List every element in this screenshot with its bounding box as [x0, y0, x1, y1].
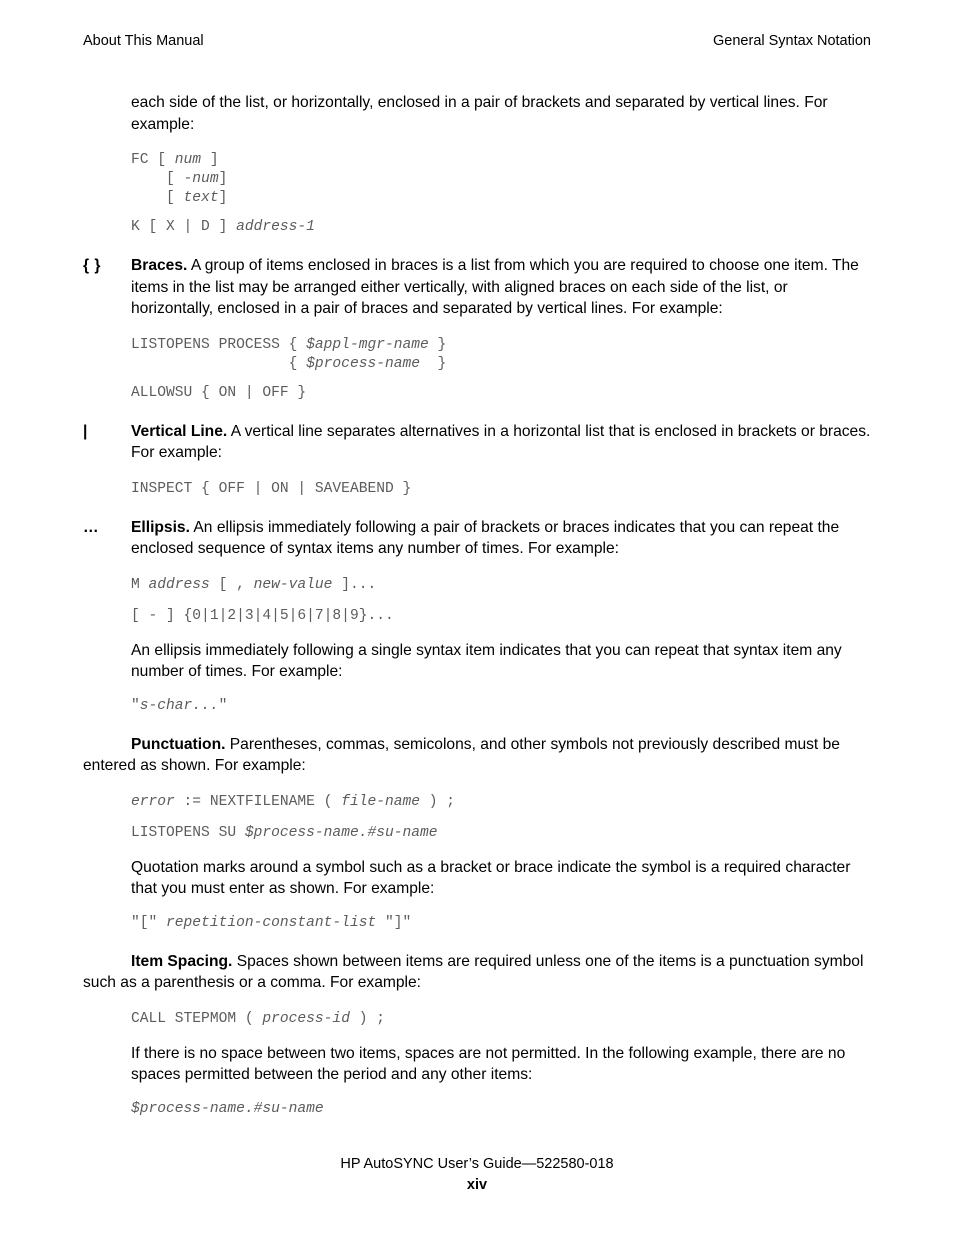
- footer-page-number: xiv: [466, 1177, 488, 1193]
- term-label: Braces.: [131, 257, 188, 274]
- code-variable: $appl-mgr-name: [306, 336, 429, 353]
- code-line: K [ X | D ]: [131, 219, 237, 235]
- code-line: "[": [131, 914, 167, 931]
- code-variable: process-id: [262, 1010, 350, 1027]
- code-line: }: [428, 336, 447, 353]
- code-line: [ ,: [209, 576, 254, 593]
- ellipsis-marker: …: [83, 518, 99, 536]
- term-vertical-line: | Vertical Line. A vertical line separat…: [83, 421, 871, 464]
- code-sample-inspect: INSPECT { OFF | ON | SAVEABEND }: [131, 480, 412, 497]
- code-line: LISTOPENS SU: [131, 824, 245, 841]
- term-text: A vertical line separates alternatives i…: [131, 422, 871, 462]
- ellipsis-paragraph-2: An ellipsis immediately following a sing…: [131, 641, 842, 681]
- code-sample-stepmom: CALL STEPMOM ( process-id ) ;: [131, 1010, 871, 1029]
- term-ellipsis: … Ellipsis. An ellipsis immediately foll…: [83, 517, 871, 560]
- code-sample-braces: LISTOPENS PROCESS { $appl-mgr-name } { $…: [131, 336, 871, 374]
- code-variable: new-value: [253, 576, 333, 593]
- braces-marker: { }: [83, 257, 101, 274]
- code-variable: $process-name.#su-name: [244, 824, 438, 841]
- code-sample-ellipsis-1: M address [ , new-value ]...: [131, 576, 871, 595]
- term-text: An ellipsis immediately following a pair…: [131, 518, 840, 558]
- term-label: Punctuation.: [131, 735, 226, 753]
- code-variable: $process-name: [306, 355, 421, 372]
- code-variable: address: [148, 576, 210, 593]
- code-line: ) ;: [420, 793, 456, 810]
- code-sample-brackets: FC [ num ] [ -num] [ text]: [131, 151, 871, 208]
- code-variable: address-1: [236, 219, 315, 235]
- term-text: A group of items enclosed in braces is a…: [131, 257, 859, 317]
- code-sample-schar: "s-char...": [131, 697, 871, 716]
- item-spacing-paragraph-2: If there is no space between two items, …: [131, 1044, 846, 1084]
- code-sample-brackets-2: K [ X | D ] address-1: [131, 218, 871, 237]
- running-head-left: About This Manual: [83, 33, 204, 49]
- code-line: ]: [201, 152, 219, 168]
- code-line: "]": [376, 914, 412, 931]
- code-variable: -num: [183, 171, 219, 187]
- running-head-right: General Syntax Notation: [713, 33, 871, 49]
- code-variable: error: [131, 793, 175, 810]
- punctuation-paragraph-2: Quotation marks around a symbol such as …: [131, 858, 851, 898]
- code-variable: s-char...: [139, 697, 219, 714]
- page-footer: HP AutoSYNC User’s Guide—522580-018 xiv: [0, 1155, 954, 1195]
- code-variable: $process-name.#su-name: [131, 1100, 324, 1117]
- code-variable: repetition-constant-list: [166, 914, 377, 931]
- code-line: ]: [218, 171, 228, 187]
- code-sample-repetition: "[" repetition-constant-list "]": [131, 914, 871, 933]
- code-variable: text: [183, 190, 219, 206]
- code-line: }: [420, 355, 447, 372]
- code-sample-nextfilename: error := NEXTFILENAME ( file-name ) ;: [131, 793, 871, 812]
- code-sample-listopens-su: LISTOPENS SU $process-name.#su-name: [131, 824, 871, 843]
- code-line: [: [131, 171, 184, 187]
- code-sample-ellipsis-2: [ - ] {0|1|2|3|4|5|6|7|8|9}...: [131, 607, 394, 624]
- footer-doc-line: HP AutoSYNC User’s Guide—522580-018: [340, 1156, 614, 1172]
- term-braces: { } Braces. A group of items enclosed in…: [83, 255, 871, 320]
- code-line: [: [131, 190, 184, 206]
- code-line: FC [: [131, 152, 175, 168]
- code-line: {: [131, 355, 307, 372]
- code-variable: num: [174, 152, 202, 168]
- code-line: LISTOPENS PROCESS {: [131, 336, 307, 353]
- term-label: Ellipsis.: [131, 518, 190, 536]
- code-line: := NEXTFILENAME (: [174, 793, 342, 810]
- code-variable: file-name: [341, 793, 421, 810]
- vertical-line-marker: |: [83, 422, 88, 440]
- code-line: M: [131, 576, 149, 593]
- term-punctuation: Punctuation. Parentheses, commas, semico…: [83, 734, 871, 777]
- code-sample-process-name: $process-name.#su-name: [131, 1100, 871, 1119]
- document-page: About This Manual General Syntax Notatio…: [0, 0, 954, 1235]
- code-line: ]: [218, 190, 228, 206]
- term-item-spacing: Item Spacing. Spaces shown between items…: [83, 951, 871, 994]
- running-head: About This Manual General Syntax Notatio…: [83, 32, 871, 50]
- code-line: ": [131, 697, 140, 714]
- code-line: ]...: [332, 576, 377, 593]
- term-label: Item Spacing.: [131, 952, 233, 970]
- page-content: each side of the list, or horizontally, …: [83, 92, 871, 1119]
- code-sample-allowsu: ALLOWSU { ON | OFF }: [131, 384, 307, 401]
- code-line: ) ;: [349, 1010, 385, 1027]
- term-label: Vertical Line.: [131, 422, 228, 440]
- code-line: CALL STEPMOM (: [131, 1010, 263, 1027]
- intro-paragraph: each side of the list, or horizontally, …: [131, 94, 828, 133]
- code-line: ": [218, 697, 228, 714]
